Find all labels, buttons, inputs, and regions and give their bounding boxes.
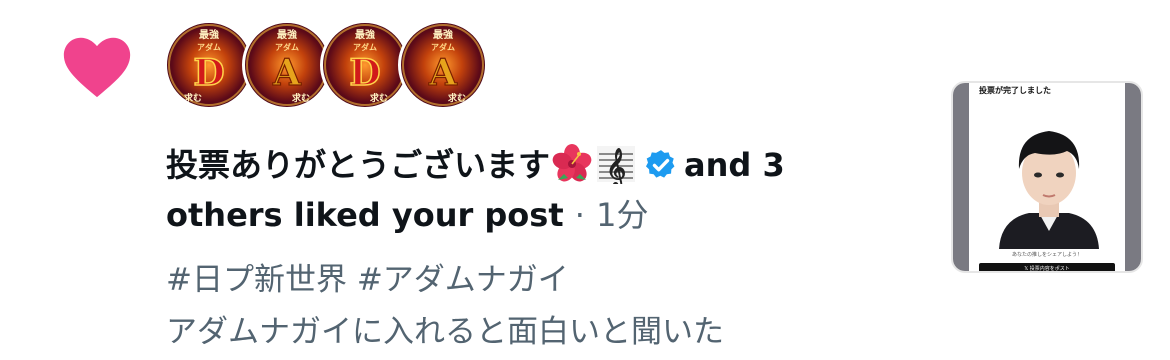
post-media-thumbnail[interactable]: 投票が完了しました あなたの推しをシェアしよう！ 𝕏 投票内容をポスト <box>951 81 1143 273</box>
avatar-letter: A <box>272 52 302 94</box>
avatar-mid-text: アダム <box>197 42 221 52</box>
thumbnail-right-edge <box>1125 83 1141 271</box>
avatar[interactable]: 最強 アダム A 求む <box>242 20 332 110</box>
timestamp[interactable]: 1分 <box>596 196 648 234</box>
post-body: アダムナガイに入れると面白いと聞いた <box>166 314 724 350</box>
thumbnail-subtitle: あなたの推しをシェアしよう！ <box>1011 252 1082 258</box>
avatar-bottom-text: 求む <box>292 92 310 104</box>
heart-icon <box>62 36 132 98</box>
avatar-top-text: 最強 <box>277 28 297 41</box>
avatar-bottom-text: 求む <box>448 92 466 104</box>
svg-text:𝄞: 𝄞 <box>606 148 626 184</box>
hibiscus-emoji <box>552 144 592 184</box>
thumbnail-left-edge <box>953 83 969 271</box>
thumbnail-screen: 投票が完了しました あなたの推しをシェアしよう！ 𝕏 投票内容をポスト <box>969 83 1125 271</box>
notification-text: 投票ありがとうございます 𝄞 and 3 others liked your p… <box>166 140 906 240</box>
avatar-mid-text: アダム <box>275 42 299 52</box>
avatar[interactable]: 最強 アダム D 求む <box>320 20 410 110</box>
separator-dot: · <box>574 196 585 234</box>
user-name[interactable]: 投票ありがとうございます <box>166 146 550 184</box>
avatar-top-text: 最強 <box>199 28 219 41</box>
thumbnail-title: 投票が完了しました <box>979 86 1051 95</box>
avatar[interactable]: 最強 アダム D 求む <box>164 20 254 110</box>
avatar-letter: D <box>349 52 380 94</box>
avatar[interactable]: 最強 アダム A 求む <box>398 20 488 110</box>
avatar-letter: D <box>193 52 224 94</box>
avatar-letter: A <box>428 52 458 94</box>
treble-clef-emoji: 𝄞 <box>596 144 636 190</box>
avatar-top-text: 最強 <box>355 28 375 41</box>
avatar-bottom-text: 求む <box>184 92 202 104</box>
avatar-mid-text: アダム <box>431 42 455 52</box>
action-text-part2: others liked your post <box>166 196 564 234</box>
avatar-mid-text: アダム <box>353 42 377 52</box>
action-text-part1: and 3 <box>684 146 785 184</box>
liker-avatars: 最強 アダム D 求む 最強 アダム A 求む 最強 アダム D 求む 最強 ア… <box>164 20 494 112</box>
verified-badge-icon <box>644 146 678 180</box>
avatar-top-text: 最強 <box>433 28 453 41</box>
avatar-bottom-text: 求む <box>370 92 388 104</box>
person-portrait <box>989 109 1109 249</box>
post-hashtags: #日プ新世界 #アダムナガイ <box>166 262 569 298</box>
thumbnail-post-button: 𝕏 投票内容をポスト <box>979 263 1115 271</box>
post-preview[interactable]: #日プ新世界 #アダムナガイ アダムナガイに入れると面白いと聞いた <box>166 254 926 358</box>
